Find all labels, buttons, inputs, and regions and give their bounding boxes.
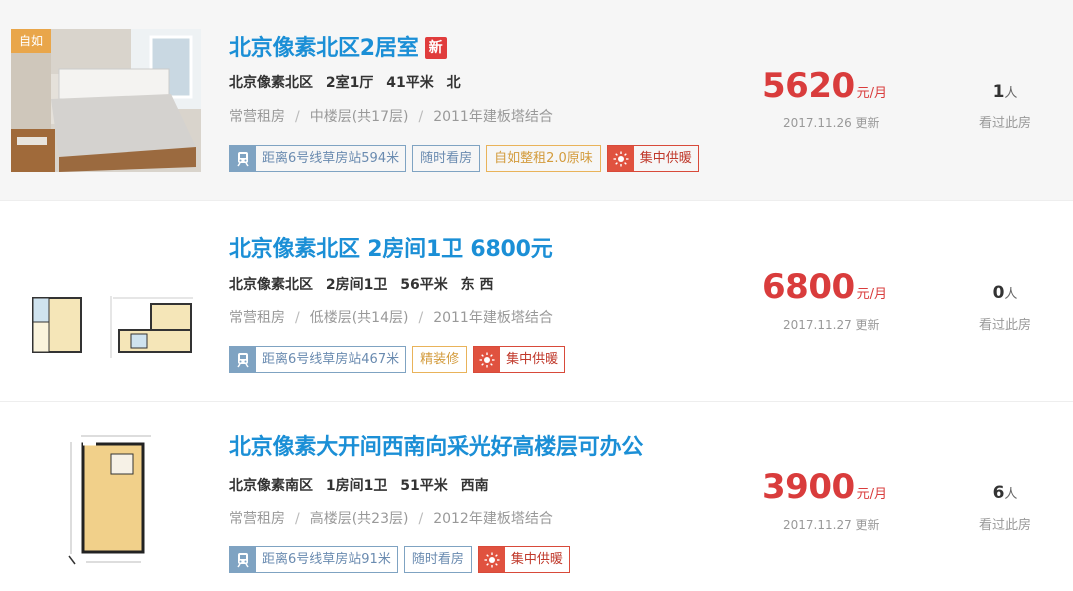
divider: / <box>418 511 424 527</box>
price-unit: 元/月 <box>856 287 888 302</box>
community-name[interactable]: 北京像素南区 <box>229 478 313 494</box>
price: 5620 元/月 <box>762 66 887 106</box>
subway-train-icon <box>230 146 256 171</box>
viewer-count-value: 1 <box>992 82 1005 102</box>
subway-train-icon <box>230 547 256 572</box>
community-name[interactable]: 北京像素北区 <box>229 75 313 91</box>
divider: / <box>418 109 424 125</box>
room-area: 41平米 <box>386 75 434 91</box>
room-area: 56平米 <box>400 277 448 293</box>
room-layout: 2房间1卫 <box>325 277 388 293</box>
viewer-label: 看过此房 <box>978 518 1031 533</box>
viewer-label: 看过此房 <box>978 116 1031 131</box>
viewer-count-unit: 人 <box>1004 487 1018 502</box>
subway-distance-text: 距离6号线草房站594米 <box>262 151 400 166</box>
price-unit: 元/月 <box>856 487 888 502</box>
central-heating-tag: 集中供暖 <box>473 346 566 373</box>
viewer-count: 0人 <box>960 283 1050 303</box>
floor-info: 低楼层(共14层) <box>309 310 409 326</box>
price-unit: 元/月 <box>856 86 888 101</box>
listing-extra-info: 常营租房 / 低楼层(共14层) / 2011年建板塔结合 <box>229 307 553 327</box>
central-heating-tag: 集中供暖 <box>477 546 570 573</box>
heating-sun-icon <box>478 547 505 572</box>
listing-basic-info: 北京像素北区 2室1厅 41平米 北 <box>229 72 469 92</box>
subway-train-icon <box>230 347 256 372</box>
rent-area-link[interactable]: 常营租房 <box>229 310 285 326</box>
heating-sun-icon <box>474 347 501 372</box>
viewer-count-value: 6 <box>992 483 1005 503</box>
updated-date: 2017.11.27 更新 <box>783 518 880 532</box>
new-badge: 新 <box>424 37 447 59</box>
listing-tags: 距离6号线草房站467米 精装修 集中供暖 <box>229 346 566 373</box>
listing-floorplan[interactable] <box>11 230 201 373</box>
listing-title-text[interactable]: 北京像素北区2居室 <box>229 36 419 61</box>
floorplan-image <box>11 428 201 571</box>
viewer-label: 看过此房 <box>978 318 1031 333</box>
listing-basic-info: 北京像素北区 2房间1卫 56平米 东 西 <box>229 274 501 294</box>
listing-title[interactable]: 北京像素北区 2房间1卫 6800元 <box>229 231 553 263</box>
viewer-count: 1人 <box>960 82 1050 102</box>
floor-info: 中楼层(共17层) <box>309 109 409 125</box>
divider: / <box>418 310 424 326</box>
updated-date: 2017.11.26 更新 <box>783 116 880 130</box>
subway-distance-tag: 距离6号线草房站467米 <box>229 346 407 373</box>
ziru-whole-rent-tag: 自如整租2.0原味 <box>486 145 601 172</box>
rent-area-link[interactable]: 常营租房 <box>229 109 285 125</box>
building-info: 2011年建板塔结合 <box>433 109 553 125</box>
listing-floorplan[interactable] <box>11 428 201 571</box>
viewer-count-unit: 人 <box>1004 287 1018 302</box>
listing-basic-info: 北京像素南区 1房间1卫 51平米 西南 <box>229 475 497 495</box>
building-info: 2011年建板塔结合 <box>433 310 553 326</box>
price-value: 5620 <box>762 66 855 106</box>
room-orientation: 北 <box>446 75 461 91</box>
listing-title[interactable]: 北京像素北区2居室新 <box>229 30 447 62</box>
fine-decoration-tag: 精装修 <box>412 346 468 373</box>
room-area: 51平米 <box>400 478 448 494</box>
listing-tags: 距离6号线草房站91米 随时看房 集中供暖 <box>229 546 570 573</box>
heating-sun-icon <box>607 146 634 171</box>
listing-tags: 距离6号线草房站594米 随时看房 自如整租2.0原味 集中供暖 <box>229 145 699 172</box>
ziru-badge: 自如 <box>11 29 52 53</box>
room-layout: 2室1厅 <box>325 75 374 91</box>
central-heating-tag: 集中供暖 <box>606 145 699 172</box>
room-orientation: 西南 <box>460 478 489 494</box>
subway-distance-tag: 距离6号线草房站594米 <box>229 145 407 172</box>
viewer-count-unit: 人 <box>1004 86 1018 101</box>
price: 6800 元/月 <box>762 267 887 307</box>
central-heating-text: 集中供暖 <box>506 352 559 367</box>
divider: / <box>295 109 300 125</box>
floor-info: 高楼层(共23层) <box>309 511 409 527</box>
price-value: 6800 <box>762 267 855 307</box>
listing-item-3[interactable]: 北京像素大开间西南向采光好高楼层可办公 北京像素南区 1房间1卫 51平米 西南… <box>0 403 1073 591</box>
listing-extra-info: 常营租房 / 高楼层(共23层) / 2012年建板塔结合 <box>229 508 553 528</box>
central-heating-text: 集中供暖 <box>510 552 563 567</box>
divider: / <box>295 310 300 326</box>
viewer-count-value: 0 <box>992 283 1005 303</box>
listing-title[interactable]: 北京像素大开间西南向采光好高楼层可办公 <box>229 429 643 461</box>
subway-distance-text: 距离6号线草房站91米 <box>262 552 391 567</box>
subway-distance-tag: 距离6号线草房站91米 <box>229 546 398 573</box>
updated-date: 2017.11.27 更新 <box>783 318 880 332</box>
rent-area-link[interactable]: 常营租房 <box>229 511 285 527</box>
listing-photo[interactable]: 自如 <box>11 29 201 172</box>
price: 3900 元/月 <box>762 467 887 507</box>
subway-distance-text: 距离6号线草房站467米 <box>262 352 400 367</box>
viewer-count: 6人 <box>960 483 1050 503</box>
anytime-viewing-tag: 随时看房 <box>403 546 472 573</box>
listing-extra-info: 常营租房 / 中楼层(共17层) / 2011年建板塔结合 <box>229 106 553 126</box>
room-orientation: 东 西 <box>460 277 494 293</box>
building-info: 2012年建板塔结合 <box>433 511 553 527</box>
listing-item-2[interactable]: 北京像素北区 2房间1卫 6800元 北京像素北区 2房间1卫 56平米 东 西… <box>0 201 1073 402</box>
anytime-viewing-tag: 随时看房 <box>412 145 481 172</box>
price-value: 3900 <box>762 467 855 507</box>
central-heating-text: 集中供暖 <box>639 151 692 166</box>
floorplan-image <box>11 230 201 373</box>
community-name[interactable]: 北京像素北区 <box>229 277 313 293</box>
listing-item-1[interactable]: 自如 北京像素北区2居室新 北京像素北区 2室1厅 41平米 北 常营租房 / 中楼… <box>0 0 1073 201</box>
room-layout: 1房间1卫 <box>325 478 388 494</box>
divider: / <box>295 511 300 527</box>
